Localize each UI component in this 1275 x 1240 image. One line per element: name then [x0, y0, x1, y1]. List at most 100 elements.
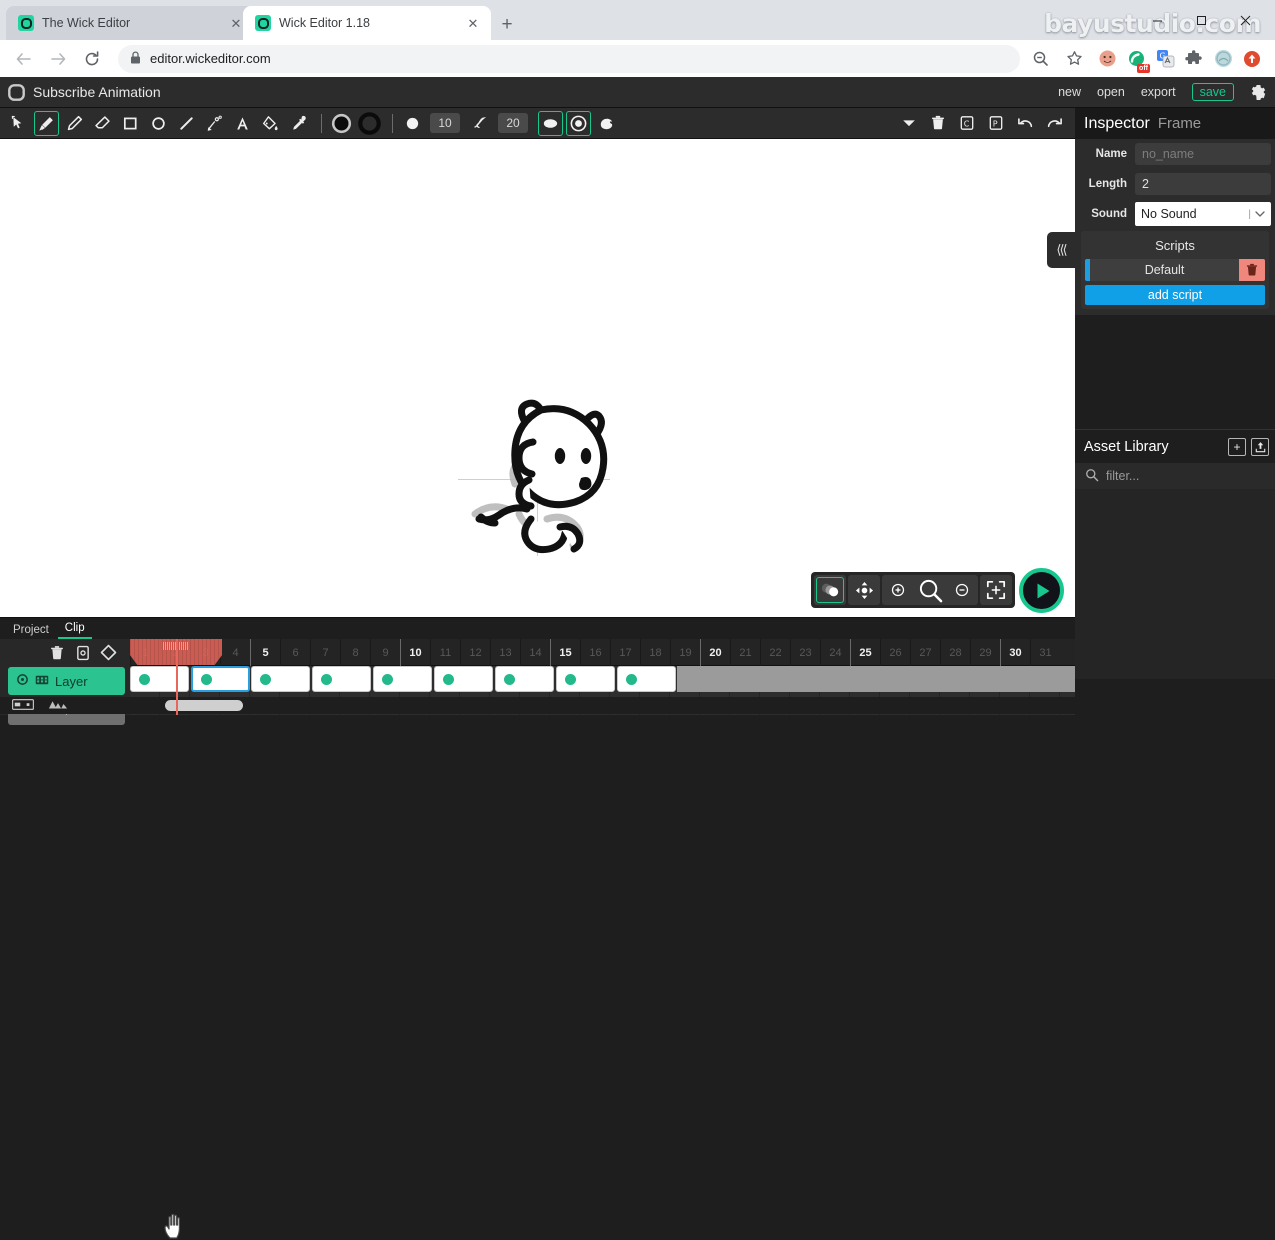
import-asset-button[interactable] — [1251, 438, 1269, 456]
pressure-toggle[interactable] — [566, 111, 591, 136]
timeline-frame-3[interactable] — [251, 666, 310, 692]
forward-arrow-icon[interactable] — [44, 45, 72, 73]
delete-layer-button[interactable] — [47, 643, 66, 662]
timeline-frame-9[interactable] — [617, 666, 676, 692]
text-tool[interactable] — [230, 111, 255, 136]
paste-p-icon[interactable]: P — [985, 112, 1007, 134]
pan-tool-button[interactable] — [850, 577, 878, 603]
pencil-tool[interactable] — [62, 111, 87, 136]
face-emoji-extension-icon[interactable] — [1094, 46, 1120, 72]
play-button[interactable] — [1019, 568, 1064, 613]
maximize-icon[interactable] — [1179, 4, 1223, 36]
tab-clip[interactable]: Clip — [58, 620, 92, 639]
zoom-in-button[interactable] — [884, 577, 912, 603]
zoom-out-magnifier-icon[interactable] — [1026, 45, 1054, 73]
fill-bucket-tool[interactable] — [258, 111, 283, 136]
wick-logo-icon — [18, 15, 34, 31]
frame-length-label: Length — [1079, 178, 1135, 190]
close-icon[interactable] — [1223, 4, 1267, 36]
reload-icon[interactable] — [78, 45, 106, 73]
redo-arrow-icon[interactable] — [1043, 112, 1065, 134]
close-icon[interactable]: ✕ — [465, 15, 481, 31]
update-arrow-icon[interactable] — [1239, 46, 1265, 72]
add-script-button[interactable]: add script — [1085, 285, 1265, 305]
collapse-panel-handle[interactable]: ⟨⟨⟨ — [1047, 232, 1075, 268]
eraser-tool[interactable] — [90, 111, 115, 136]
keyframe-dot — [201, 674, 212, 685]
add-asset-button[interactable]: + — [1228, 438, 1246, 456]
save-button[interactable]: save — [1192, 83, 1234, 101]
google-translate-extension-icon[interactable]: G — [1152, 46, 1178, 72]
open-project-button[interactable]: open — [1097, 85, 1125, 99]
ruler-tick-10: 10 — [400, 639, 430, 666]
magnifier-icon[interactable] — [914, 577, 946, 603]
browser-tab-1[interactable]: Wick Editor 1.18 ✕ — [243, 6, 491, 40]
onion-skin-toggle[interactable] — [816, 577, 844, 603]
profile-avatar-icon[interactable] — [1210, 46, 1236, 72]
puzzle-extensions-icon[interactable] — [1181, 46, 1207, 72]
asset-library-list[interactable] — [1075, 489, 1275, 679]
undo-arrow-icon[interactable] — [1014, 112, 1036, 134]
adblock-off-extension-icon[interactable]: off — [1123, 46, 1149, 72]
drawing-canvas[interactable]: ⟨⟨⟨ — [0, 139, 1075, 617]
ellipse-tool[interactable] — [146, 111, 171, 136]
mountains-icon[interactable] — [48, 697, 68, 715]
frame-size-icon[interactable] — [12, 697, 34, 715]
path-cursor-tool[interactable] — [202, 111, 227, 136]
chevron-down-icon[interactable] — [898, 112, 920, 134]
script-name: Default — [1090, 263, 1239, 277]
asset-filter-input[interactable]: filter... — [1075, 463, 1275, 489]
frame-length-input[interactable]: 2 — [1135, 173, 1271, 195]
brush-shape-toggle[interactable] — [538, 111, 563, 136]
stroke-color-swatch[interactable] — [357, 111, 382, 136]
line-tool[interactable] — [174, 111, 199, 136]
rectangle-tool[interactable] — [118, 111, 143, 136]
fit-to-screen-button[interactable] — [982, 577, 1010, 603]
delete-script-button[interactable] — [1239, 259, 1265, 281]
copy-frame-button[interactable] — [73, 643, 92, 662]
new-project-button[interactable]: new — [1058, 85, 1081, 99]
gear-icon[interactable] — [1250, 84, 1267, 101]
bookmark-star-icon[interactable] — [1060, 45, 1088, 73]
brush-mode-toggle[interactable] — [594, 111, 619, 136]
cursor-tool[interactable] — [6, 111, 31, 136]
timeline-frame-2[interactable] — [191, 666, 250, 692]
smoothing-value[interactable]: 20 — [498, 113, 528, 133]
timeline-frame-8[interactable] — [556, 666, 615, 692]
back-arrow-icon[interactable] — [10, 45, 38, 73]
timeline-hscroll-track[interactable] — [130, 697, 1075, 714]
tab-project[interactable]: Project — [6, 622, 56, 639]
brush-tool[interactable] — [34, 111, 59, 136]
fill-color-swatch[interactable] — [329, 111, 354, 136]
film-strip-icon[interactable] — [35, 674, 49, 689]
svg-text:P: P — [993, 120, 998, 129]
timeline-ruler[interactable]: 1 2 3 4 5 6 7 8 9 10 11 12 13 14 — [130, 639, 1075, 666]
brush-size-value[interactable]: 10 — [430, 113, 460, 133]
playhead[interactable] — [176, 639, 178, 715]
close-icon[interactable]: ✕ — [228, 15, 244, 31]
layer-name: Layer — [55, 674, 88, 689]
ruler-tick-21: 21 — [730, 639, 760, 666]
onion-skin-group — [814, 575, 846, 605]
timeline-frame-6[interactable] — [434, 666, 493, 692]
timeline-frame-7[interactable] — [495, 666, 554, 692]
frame-name-input[interactable]: no_name — [1135, 143, 1271, 165]
new-tab-button[interactable]: + — [494, 12, 520, 38]
timeline-frame-4[interactable] — [312, 666, 371, 692]
copy-c-icon[interactable]: C — [956, 112, 978, 134]
export-project-button[interactable]: export — [1141, 85, 1176, 99]
layer-row[interactable]: Layer — [8, 667, 125, 695]
eye-icon[interactable] — [16, 673, 29, 689]
timeline-frame-1[interactable] — [130, 666, 189, 692]
trash-icon[interactable] — [927, 112, 949, 134]
zoom-out-button[interactable] — [948, 577, 976, 603]
minimize-icon[interactable] — [1135, 4, 1179, 36]
address-bar[interactable]: editor.wickeditor.com — [118, 45, 1020, 73]
timeline-frame-5[interactable] — [373, 666, 432, 692]
frame-sound-select[interactable]: No Sound | — [1135, 202, 1271, 226]
browser-tab-0[interactable]: The Wick Editor ✕ — [6, 6, 254, 40]
wick-logo-icon — [255, 15, 271, 31]
add-keyframe-button[interactable] — [99, 643, 118, 662]
eyedropper-tool[interactable] — [286, 111, 311, 136]
script-item[interactable]: Default — [1085, 259, 1265, 281]
